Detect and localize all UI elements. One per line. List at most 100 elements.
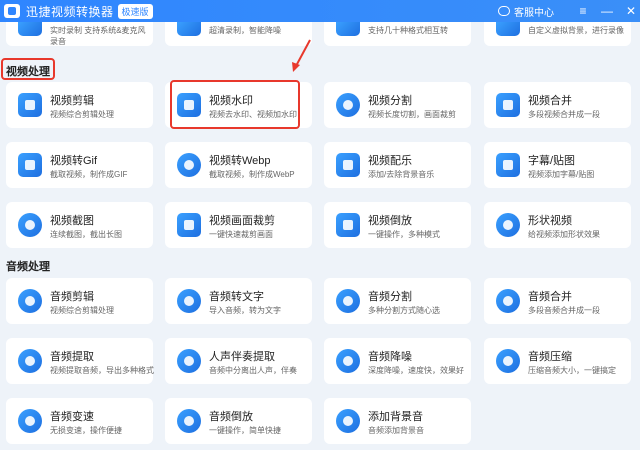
card-title: 音频倒放 (209, 411, 253, 423)
card-desc: 音频中分离出人声，伴奏 (209, 366, 297, 375)
audio-split-icon (336, 289, 360, 313)
card-title: 音频提取 (50, 351, 94, 363)
card-title: 视频转Webp (209, 155, 271, 167)
tool-card[interactable]: 视频分割视频长度切割，画面裁剪 (324, 82, 471, 128)
tool-card[interactable]: 音频剪辑 视频综合剪辑处理 (6, 278, 153, 324)
tool-card[interactable]: 视频转Webp 截取视频，制作成WebP (165, 142, 312, 188)
audio-reverse-icon (177, 409, 201, 433)
card-title: 音频压缩 (528, 351, 572, 363)
card-title: 视频倒放 (368, 215, 412, 227)
card-desc: 截取视频，制作成GIF (50, 170, 128, 179)
card-title: 视频配乐 (368, 155, 412, 167)
card-title: 视频分割 (368, 95, 412, 107)
card-title: 字幕/贴图 (528, 155, 576, 167)
tool-card[interactable]: 音频转文字 导入音频，转为文字 (165, 278, 312, 324)
tool-card[interactable]: 视频截图连续截图，截出长图 (6, 202, 153, 248)
app-title: 迅捷视频转换器 (26, 4, 114, 19)
add-bg-sound-icon (336, 409, 360, 433)
tool-card[interactable]: 视频画面裁剪 一键快速裁剪画面 (165, 202, 312, 248)
tool-card[interactable]: 音频压缩压缩音频大小，一键搞定 (484, 338, 631, 384)
card-desc: 一键操作，简单快捷 (209, 426, 281, 435)
card-title: 添加背景音 (368, 411, 423, 423)
tool-card[interactable]: 视频合并多段视频合并成一段 (484, 82, 631, 128)
card-desc: 自定义虚拟背景，进行录像 (528, 26, 624, 35)
tool-card[interactable]: 音频分割多种分割方式随心选 (324, 278, 471, 324)
virtual-bg-icon (496, 22, 520, 36)
tool-card[interactable]: 音频倒放一键操作，简单快捷 (165, 398, 312, 444)
card-desc: 一键快速裁剪画面 (209, 230, 273, 239)
card-desc: 多段音频合并成一段 (528, 306, 600, 315)
partial-card[interactable]: 实时录制 支持系统&麦克风录音 (6, 22, 153, 46)
card-title: 视频转Gif (50, 155, 98, 167)
card-title: 音频分割 (368, 291, 412, 303)
card-desc: 音频添加背景音 (368, 426, 424, 435)
card-desc: 视频综合剪辑处理 (50, 306, 114, 315)
tool-card[interactable]: 视频配乐添加/去除背景音乐 (324, 142, 471, 188)
tool-card[interactable]: 音频变速 无损变速，操作便捷 (6, 398, 153, 444)
card-desc: 添加/去除背景音乐 (368, 170, 435, 179)
audio-extract-icon (18, 349, 42, 373)
close-button[interactable]: ✕ (622, 4, 640, 18)
card-desc: 一键操作，多种模式 (368, 230, 440, 239)
webp-icon (177, 153, 201, 177)
denoise-icon (336, 349, 360, 373)
audio-speed-icon (18, 409, 42, 433)
card-desc: 给视频添加形状效果 (528, 230, 600, 239)
tool-card[interactable]: 视频转Gif 截取视频，制作成GIF (6, 142, 153, 188)
tool-card[interactable]: 添加背景音音频添加背景音 (324, 398, 471, 444)
tool-card[interactable]: 视频倒放一键操作，多种模式 (324, 202, 471, 248)
card-title: 视频剪辑 (50, 95, 94, 107)
chat-icon (498, 6, 510, 16)
audio-merge-icon (496, 289, 520, 313)
video-split-icon (336, 93, 360, 117)
edition-badge: 极速版 (117, 3, 153, 19)
card-desc: 连续截图，截出长图 (50, 230, 122, 239)
audio-to-text-icon (177, 289, 201, 313)
tool-card[interactable]: 人声伴奏提取音频中分离出人声，伴奏 (165, 338, 312, 384)
minimize-button[interactable]: — (598, 4, 616, 18)
shape-video-icon (496, 213, 520, 237)
card-desc: 支持几十种格式相互转 (368, 26, 448, 35)
card-desc: 截取视频，制作成WebP (209, 170, 295, 179)
section-title-audio: 音频处理 (6, 261, 50, 273)
card-title: 音频变速 (50, 411, 94, 423)
audio-edit-icon (18, 289, 42, 313)
screenshot-icon (18, 213, 42, 237)
card-desc: 视频综合剪辑处理 (50, 110, 114, 119)
support-center-button[interactable]: 客服中心 (498, 4, 554, 19)
audio-compress-icon (496, 349, 520, 373)
card-desc: 超清录制，智能降噪 (209, 26, 281, 35)
card-desc: 多段视频合并成一段 (528, 110, 600, 119)
card-title: 视频合并 (528, 95, 572, 107)
card-desc: 多种分割方式随心选 (368, 306, 440, 315)
gif-icon (18, 153, 42, 177)
menu-icon[interactable]: ≡ (574, 4, 592, 18)
tool-card[interactable]: 视频剪辑视频综合剪辑处理 (6, 82, 153, 128)
record-icon (18, 22, 42, 36)
highlight-frame (170, 80, 300, 129)
tool-card[interactable]: 音频提取视频提取音频，导出多种格式 (6, 338, 154, 384)
card-desc: 视频长度切割，画面裁剪 (368, 110, 456, 119)
card-desc: 视频提取音频，导出多种格式 (50, 366, 154, 375)
card-desc: 实时录制 支持系统&麦克风录音 (50, 26, 146, 46)
app-logo-icon (4, 4, 20, 18)
tool-card[interactable]: 音频降噪深度降噪，速度快，效果好 (324, 338, 471, 384)
partial-card[interactable]: 自定义虚拟背景，进行录像 (484, 22, 631, 46)
card-title: 人声伴奏提取 (209, 351, 275, 363)
card-desc: 压缩音频大小，一键搞定 (528, 366, 616, 375)
video-reverse-icon (336, 213, 360, 237)
card-title: 音频降噪 (368, 351, 412, 363)
pointer-arrow (292, 39, 311, 72)
partial-card[interactable]: 支持几十种格式相互转 (324, 22, 471, 46)
card-title: 视频截图 (50, 215, 94, 227)
title-bar: 迅捷视频转换器 极速版 客服中心 ≡ — ✕ (0, 0, 640, 22)
subtitle-sticker-icon (496, 153, 520, 177)
tool-card[interactable]: 形状视频给视频添加形状效果 (484, 202, 631, 248)
tool-card[interactable]: 字幕/贴图视频添加字幕/贴图 (484, 142, 631, 188)
tool-card[interactable]: 音频合并多段音频合并成一段 (484, 278, 631, 324)
highlight-frame (1, 58, 55, 80)
card-title: 音频合并 (528, 291, 572, 303)
card-desc: 视频添加字幕/贴图 (528, 170, 595, 179)
card-desc: 深度降噪，速度快，效果好 (368, 366, 464, 375)
card-title: 形状视频 (528, 215, 572, 227)
